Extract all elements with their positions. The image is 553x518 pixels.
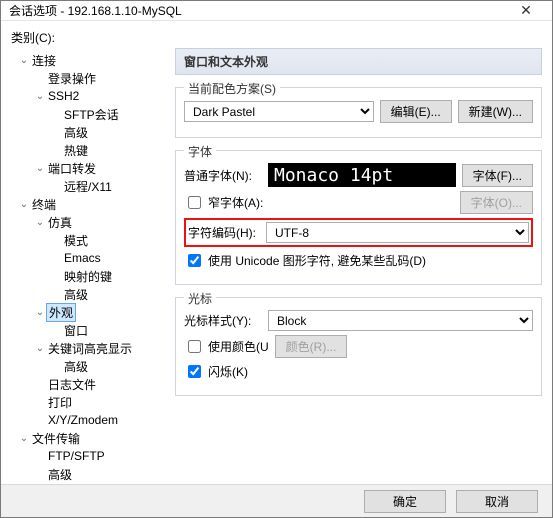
tree-item-label: 仿真 xyxy=(46,214,74,231)
tree-item[interactable]: 登录操作 xyxy=(12,69,168,87)
tree-item[interactable]: 打印 xyxy=(12,393,168,411)
tree-item-label: X/Y/Zmodem xyxy=(46,413,120,427)
fonts-group: 字体 普通字体(N): Monaco 14pt 字体(F)... 窄字体(A):… xyxy=(175,150,542,285)
unicode-graphics-checkbox[interactable]: 使用 Unicode 图形字符, 避免某些乱码(D) xyxy=(184,251,426,270)
tree-item-label: 关键词高亮显示 xyxy=(46,340,134,357)
tree-item-label: 连接 xyxy=(30,52,58,69)
color-scheme-group: 当前配色方案(S) Dark Pastel 编辑(E)... 新建(W)... xyxy=(175,87,542,138)
chevron-down-icon[interactable]: ⌄ xyxy=(18,433,30,444)
group-title-scheme: 当前配色方案(S) xyxy=(184,80,280,97)
dialog-footer: 确定 取消 xyxy=(1,484,552,517)
tree-item[interactable]: ⌄仿真 xyxy=(12,213,168,231)
tree-item[interactable]: 窗口 xyxy=(12,321,168,339)
tree-item[interactable]: SFTP会话 xyxy=(12,105,168,123)
cursor-style-select[interactable]: Block xyxy=(268,310,533,331)
tree-item-label: 终端 xyxy=(30,196,58,213)
chevron-down-icon[interactable]: ⌄ xyxy=(34,307,46,318)
group-title-cursor: 光标 xyxy=(184,290,216,307)
tree-item-label: SSH2 xyxy=(46,89,81,103)
font-preview: Monaco 14pt xyxy=(268,163,456,187)
tree-item-label: 高级 xyxy=(62,286,90,303)
color-scheme-select[interactable]: Dark Pastel xyxy=(184,101,374,122)
window-title: 会话选项 - 192.168.1.10-MySQL xyxy=(9,2,508,19)
tree-item-label: 文件传输 xyxy=(30,430,82,447)
tree-item-label: 映射的键 xyxy=(62,268,114,285)
blink-input[interactable] xyxy=(188,365,201,378)
tree-item[interactable]: 高级 xyxy=(12,123,168,141)
chevron-down-icon[interactable]: ⌄ xyxy=(34,343,46,354)
tree-item[interactable]: ⌄SSH2 xyxy=(12,87,168,105)
cancel-button[interactable]: 取消 xyxy=(456,490,538,513)
narrow-font-button: 字体(O)... xyxy=(460,191,533,214)
close-icon[interactable]: ✕ xyxy=(508,2,544,19)
narrow-font-input[interactable] xyxy=(188,196,201,209)
tree-item[interactable]: 模式 xyxy=(12,231,168,249)
tree-item-label: 模式 xyxy=(62,232,90,249)
tree-item[interactable]: X/Y/Zmodem xyxy=(12,411,168,429)
chevron-down-icon[interactable]: ⌄ xyxy=(34,91,46,102)
tree-item[interactable]: 远程/X11 xyxy=(12,177,168,195)
tree-item-label: 高级 xyxy=(62,358,90,375)
chevron-down-icon[interactable]: ⌄ xyxy=(34,163,46,174)
use-color-input[interactable] xyxy=(188,340,201,353)
tree-item-label: 端口转发 xyxy=(46,160,98,177)
tree-item-label: 外观 xyxy=(46,303,76,322)
tree-item[interactable]: ⌄文件传输 xyxy=(12,429,168,447)
category-tree[interactable]: ⌄连接登录操作⌄SSH2SFTP会话高级热键⌄端口转发远程/X11⌄终端⌄仿真模… xyxy=(11,48,169,484)
tree-item-label: Emacs xyxy=(62,251,103,265)
tree-item[interactable]: Emacs xyxy=(12,249,168,267)
tree-item[interactable]: 映射的键 xyxy=(12,267,168,285)
tree-item-label: 热键 xyxy=(62,142,90,159)
cursor-color-button: 颜色(R)... xyxy=(275,335,348,358)
tree-item[interactable]: 热键 xyxy=(12,141,168,159)
normal-font-label: 普通字体(N): xyxy=(184,167,262,184)
tree-item[interactable]: ⌄关键词高亮显示 xyxy=(12,339,168,357)
chevron-down-icon[interactable]: ⌄ xyxy=(18,199,30,210)
new-scheme-button[interactable]: 新建(W)... xyxy=(458,100,533,123)
tree-item[interactable]: 高级 xyxy=(12,357,168,375)
tree-item-label: 窗口 xyxy=(62,322,90,339)
cursor-group: 光标 光标样式(Y): Block 使用颜色(U 颜色(R)... xyxy=(175,297,542,396)
encoding-select[interactable]: UTF-8 xyxy=(266,222,529,243)
tree-item-label: 高级 xyxy=(46,466,74,483)
tree-item-label: 日志文件 xyxy=(46,376,98,393)
encoding-label: 字符编码(H): xyxy=(188,224,260,241)
tree-item-label: 高级 xyxy=(62,124,90,141)
tree-item[interactable]: ⌄端口转发 xyxy=(12,159,168,177)
titlebar: 会话选项 - 192.168.1.10-MySQL ✕ xyxy=(1,1,552,21)
use-color-checkbox[interactable]: 使用颜色(U xyxy=(184,337,269,356)
tree-item-label: SFTP会话 xyxy=(62,106,121,123)
tree-item-label: FTP/SFTP xyxy=(46,449,107,463)
unicode-graphics-input[interactable] xyxy=(188,254,201,267)
cursor-style-label: 光标样式(Y): xyxy=(184,312,262,329)
tree-item[interactable]: 日志文件 xyxy=(12,375,168,393)
edit-scheme-button[interactable]: 编辑(E)... xyxy=(380,100,452,123)
tree-item[interactable]: 高级 xyxy=(12,465,168,483)
tree-item-label: 远程/X11 xyxy=(62,178,114,195)
encoding-highlight: 字符编码(H): UTF-8 xyxy=(184,218,533,247)
font-button[interactable]: 字体(F)... xyxy=(462,164,533,187)
blink-checkbox[interactable]: 闪烁(K) xyxy=(184,362,248,381)
tree-item[interactable]: ⌄终端 xyxy=(12,195,168,213)
tree-item[interactable]: 高级 xyxy=(12,285,168,303)
tree-item[interactable]: FTP/SFTP xyxy=(12,447,168,465)
chevron-down-icon[interactable]: ⌄ xyxy=(34,217,46,228)
tree-item-label: 登录操作 xyxy=(46,70,98,87)
tree-item[interactable]: ⌄外观 xyxy=(12,303,168,321)
group-title-fonts: 字体 xyxy=(184,143,216,160)
panel-heading: 窗口和文本外观 xyxy=(175,48,542,75)
ok-button[interactable]: 确定 xyxy=(364,490,446,513)
tree-item-label: 打印 xyxy=(46,394,74,411)
category-label: 类别(C): xyxy=(11,29,542,46)
tree-item[interactable]: ⌄连接 xyxy=(12,51,168,69)
chevron-down-icon[interactable]: ⌄ xyxy=(18,55,30,66)
narrow-font-checkbox[interactable]: 窄字体(A): xyxy=(184,193,263,212)
